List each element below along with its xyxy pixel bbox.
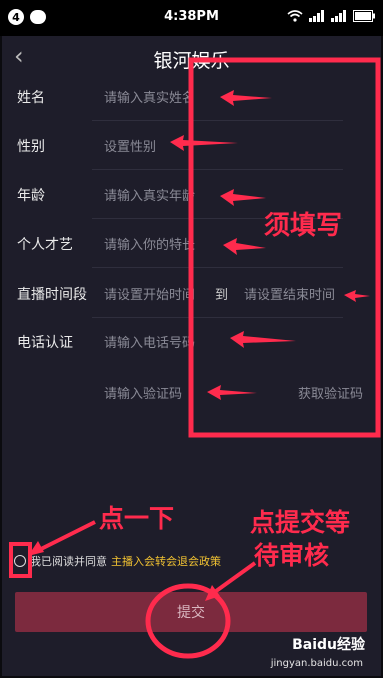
baidu-watermark-logo: Baidu经验 xyxy=(292,637,365,653)
arrow-code xyxy=(207,385,257,400)
submit-wait-annotation-2: 待审核 xyxy=(254,541,330,570)
annotation-overlay xyxy=(9,57,381,659)
arrow-name xyxy=(220,90,272,106)
required-annotation: 须填写 xyxy=(264,211,343,241)
radio-highlight xyxy=(9,542,32,578)
click-once-annotation: 点一下 xyxy=(99,504,175,533)
arrow-marks xyxy=(170,90,370,400)
submit-arrow-line xyxy=(210,561,257,596)
submit-wait-annotation-1: 点提交等 xyxy=(250,508,351,537)
arrow-gender xyxy=(170,135,238,151)
arrow-age xyxy=(220,189,266,206)
arrow-phone xyxy=(230,331,296,348)
arrow-stream-time xyxy=(344,290,370,302)
arrow-talent xyxy=(223,238,266,255)
click-arrow-line xyxy=(34,520,96,554)
required-box xyxy=(188,57,381,438)
baidu-watermark-url: jingyan.baidu.com xyxy=(270,658,363,669)
